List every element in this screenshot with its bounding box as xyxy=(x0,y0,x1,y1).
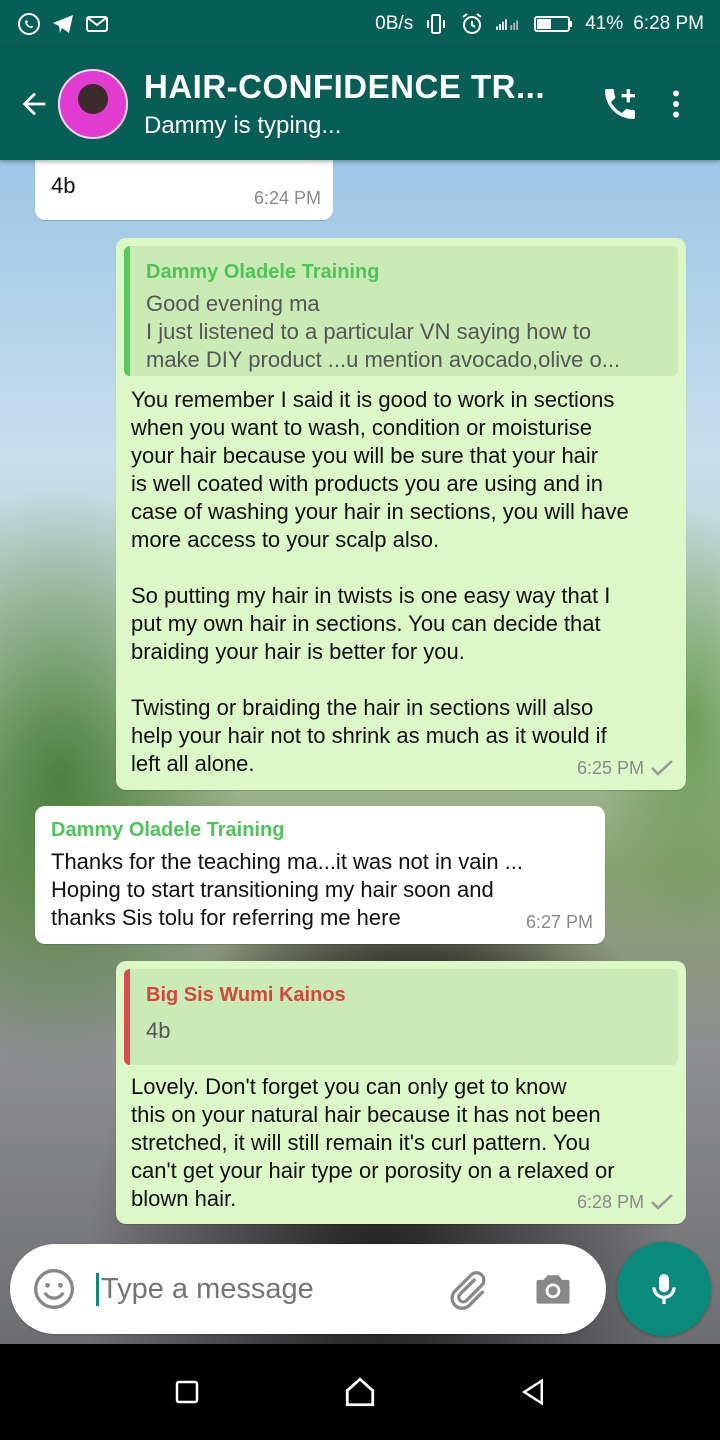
message-sender: Dammy Oladele Training xyxy=(51,819,285,841)
signal-icon xyxy=(495,11,521,37)
gmail-icon xyxy=(84,11,110,37)
home-icon[interactable] xyxy=(335,1367,385,1417)
quoted-message[interactable]: Big Sis Wumi Kainos 4b xyxy=(124,969,678,1065)
vibrate-icon xyxy=(423,11,449,37)
whatsapp-icon xyxy=(16,11,42,37)
battery-level: 41% xyxy=(585,13,624,34)
message-time: 6:28 PM xyxy=(577,1188,674,1216)
message-composer xyxy=(10,1244,606,1334)
typing-status: Dammy is typing... xyxy=(144,112,342,139)
recents-icon[interactable] xyxy=(162,1367,212,1417)
chat-header: HAIR-CONFIDENCE TR... Dammy is typing... xyxy=(0,48,720,160)
clock: 6:28 PM xyxy=(633,13,704,34)
alarm-icon xyxy=(459,11,485,37)
camera-icon[interactable] xyxy=(528,1264,578,1314)
system-navigation-bar xyxy=(0,1344,720,1440)
back-arrow-icon[interactable] xyxy=(12,82,56,126)
back-icon[interactable] xyxy=(508,1367,558,1417)
mic-icon[interactable] xyxy=(617,1242,711,1336)
add-call-icon[interactable] xyxy=(592,76,648,132)
quoted-author: Dammy Oladele Training xyxy=(146,261,380,283)
battery-icon xyxy=(531,11,575,37)
message-text: 4b xyxy=(51,173,76,198)
network-speed: 0B/s xyxy=(375,13,414,34)
chat-title: HAIR-CONFIDENCE TR... xyxy=(144,68,545,105)
message-time: 6:27 PM xyxy=(525,912,593,932)
quoted-line: Good evening ma xyxy=(146,291,320,316)
group-avatar[interactable] xyxy=(58,69,128,139)
quoted-line: I just listened to a particular VN sayin… xyxy=(146,319,592,344)
status-bar: 0B/s 41% 6:28 PM xyxy=(0,0,720,48)
quoted-message[interactable]: Dammy Oladele Training Good evening ma I… xyxy=(124,246,678,376)
sent-check-icon xyxy=(651,760,673,776)
quoted-line: 4b xyxy=(146,1018,171,1043)
chat-title-area[interactable]: HAIR-CONFIDENCE TR... Dammy is typing... xyxy=(144,68,592,140)
more-vert-icon[interactable] xyxy=(648,76,704,132)
quoted-line: make DIY product ...u mention avocado,ol… xyxy=(146,347,621,372)
message-text: You remember I said it is good to work i… xyxy=(131,387,629,776)
message-time: 6:25 PM xyxy=(577,754,674,782)
message-bubble-outgoing[interactable]: Big Sis Wumi Kainos 4b Lovely. Don't for… xyxy=(116,961,686,1224)
sent-check-icon xyxy=(651,1194,673,1210)
message-bubble-outgoing[interactable]: Dammy Oladele Training Good evening ma I… xyxy=(116,238,686,790)
message-bubble-incoming[interactable]: Dammy Oladele Training Thanks for the te… xyxy=(35,806,605,944)
quoted-author: Big Sis Wumi Kainos xyxy=(146,984,346,1006)
attach-icon[interactable] xyxy=(442,1264,492,1314)
message-input[interactable] xyxy=(96,1272,426,1306)
message-text: Thanks for the teaching ma...it was not … xyxy=(51,849,524,930)
emoji-icon[interactable] xyxy=(30,1265,78,1313)
telegram-icon xyxy=(50,11,76,37)
message-time: 6:24 PM xyxy=(253,188,321,208)
message-bubble-incoming[interactable]: 4b 6:24 PM xyxy=(35,150,333,220)
